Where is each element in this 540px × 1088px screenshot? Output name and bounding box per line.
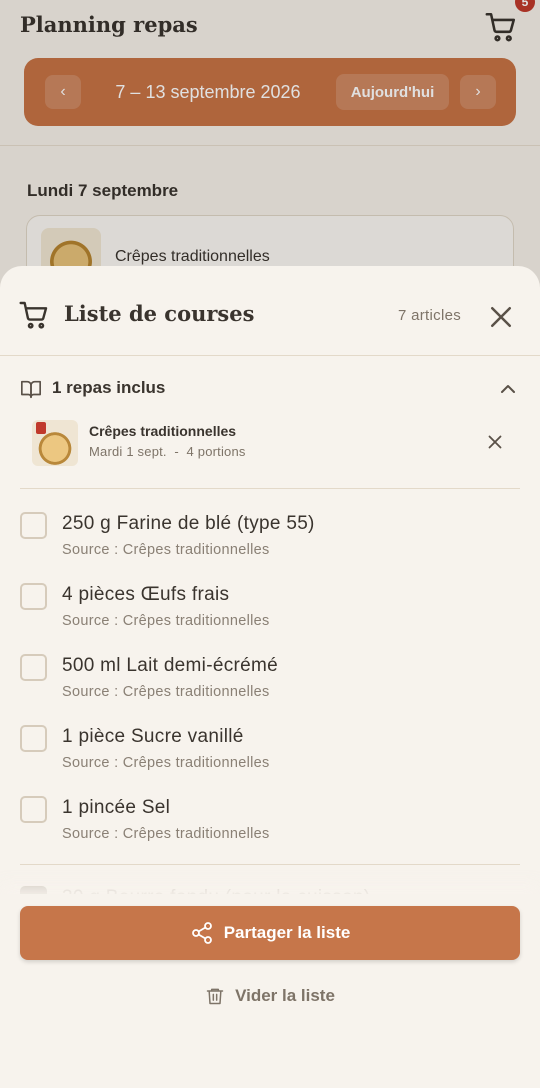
meal-name: Crêpes traditionnelles <box>89 423 237 439</box>
item-source: Source : Crêpes traditionnelles <box>62 542 270 558</box>
list-item: 250 g Farine de blé (type 55) Source : C… <box>0 512 540 578</box>
item-source: Source : Crêpes traditionnelles <box>62 684 270 700</box>
item-checkbox[interactable] <box>20 583 47 610</box>
item-name: 1 pièce Sucre vanillé <box>62 726 244 747</box>
shopping-list-sheet: Liste de courses 7 articles 1 repas incl… <box>0 266 540 1088</box>
list-item: 4 pièces Œufs frais Source : Crêpes trad… <box>0 583 540 649</box>
cart-icon <box>19 301 48 329</box>
item-name: 250 g Farine de blé (type 55) <box>62 513 315 534</box>
item-source: Source : Crêpes traditionnelles <box>62 755 270 771</box>
item-checkbox[interactable] <box>20 654 47 681</box>
book-icon <box>21 380 41 399</box>
included-meals-section: 1 repas inclus Crêpes traditionnelles Ma… <box>0 356 540 488</box>
remove-meal-icon[interactable] <box>484 431 506 453</box>
item-checkbox[interactable] <box>20 796 47 823</box>
list-item: 500 ml Lait demi-écrémé Source : Crêpes … <box>0 654 540 720</box>
divider <box>20 488 520 489</box>
clear-list-label: Vider la liste <box>235 986 335 1005</box>
item-name: 500 ml Lait demi-écrémé <box>62 655 278 676</box>
trash-icon <box>206 988 224 1005</box>
item-checkbox[interactable] <box>20 512 47 539</box>
item-source: Source : Crêpes traditionnelles <box>62 613 270 629</box>
close-icon[interactable] <box>486 302 516 332</box>
share-list-label: Partager la liste <box>223 923 351 942</box>
chevron-up-icon[interactable] <box>496 377 520 401</box>
item-source: Source : Crêpes traditionnelles <box>62 826 270 842</box>
share-icon <box>191 922 212 944</box>
sheet-header: Liste de courses 7 articles <box>0 266 540 356</box>
sheet-footer: Partager la liste Vider la liste <box>0 894 540 1088</box>
clear-list-button[interactable]: Vider la liste <box>190 978 350 1014</box>
item-checkbox[interactable] <box>20 725 47 752</box>
meal-image <box>32 420 78 466</box>
list-item: 1 pincée Sel Source : Crêpes traditionne… <box>0 796 540 862</box>
included-meals-label[interactable]: 1 repas inclus <box>52 378 165 398</box>
sheet-title: Liste de courses <box>64 301 255 326</box>
share-list-button[interactable]: Partager la liste <box>20 906 520 960</box>
item-name: 4 pièces Œufs frais <box>62 584 230 605</box>
article-count: 7 articles <box>398 307 462 324</box>
item-name: 1 pincée Sel <box>62 797 171 818</box>
divider <box>20 864 520 865</box>
meal-details: Mardi 1 sept. - 4 portions <box>89 444 246 459</box>
list-item: 1 pièce Sucre vanillé Source : Crêpes tr… <box>0 725 540 791</box>
